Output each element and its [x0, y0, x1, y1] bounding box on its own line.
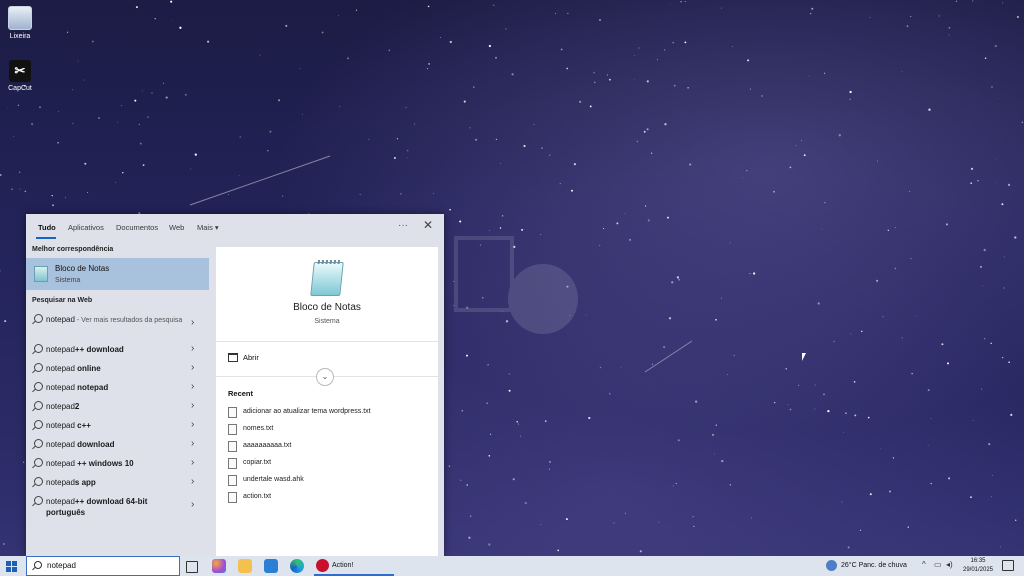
weather-widget[interactable]: 26°C Panc. de chuva: [826, 560, 926, 572]
file-icon: [228, 441, 237, 452]
detail-subtitle: Sistema: [314, 318, 340, 325]
recent-heading: Recent: [228, 389, 254, 398]
chevron-down-icon[interactable]: ⌄: [316, 368, 334, 386]
edge-browser-icon[interactable]: [290, 559, 304, 573]
best-match-heading: Melhor correspondência: [32, 246, 114, 253]
chevron-right-icon: ›: [191, 438, 195, 449]
file-explorer-icon[interactable]: [238, 559, 252, 573]
chevron-right-icon: ›: [191, 362, 195, 373]
divider: [216, 341, 438, 342]
recent-file-item[interactable]: action.txt: [228, 492, 428, 506]
search-panel: Tudo Aplicativos Documentos Web Mais ▾ ·…: [26, 214, 444, 556]
chevron-up-icon[interactable]: ^: [922, 560, 926, 569]
active-tab-indicator: [36, 237, 56, 239]
open-label: Abrir: [243, 353, 259, 362]
search-icon: [34, 382, 43, 391]
chevron-right-icon: ›: [191, 457, 195, 468]
chevron-right-icon: ›: [191, 317, 195, 328]
tab-all[interactable]: Tudo: [38, 223, 56, 232]
open-action[interactable]: Abrir: [228, 352, 348, 366]
chevron-right-icon: ›: [191, 419, 195, 430]
file-icon: [228, 407, 237, 418]
notepad-app-icon: [310, 262, 344, 296]
search-icon: [34, 439, 43, 448]
recent-file-item[interactable]: undertale wasd.ahk: [228, 475, 428, 489]
best-match-type: Sistema: [55, 277, 81, 284]
web-result-item[interactable]: notepad2 ›: [26, 397, 209, 415]
search-icon: [34, 363, 43, 372]
clock-date: 29/01/2025: [962, 567, 994, 573]
tab-documents[interactable]: Documentos: [116, 223, 158, 232]
desktop-icon-label: CapCut: [8, 85, 32, 92]
search-icon: [34, 477, 43, 486]
search-tabs: Tudo Aplicativos Documentos Web Mais ▾ ·…: [26, 214, 444, 240]
chevron-right-icon: ›: [191, 343, 195, 354]
open-window-icon: [228, 353, 238, 362]
notification-icon[interactable]: [1002, 560, 1014, 571]
web-result-item[interactable]: notepad notepad ›: [26, 378, 209, 396]
result-detail-pane: Bloco de Notas Sistema Abrir ⌄ Recent ad…: [216, 247, 438, 556]
taskbar-search-box[interactable]: [26, 556, 180, 576]
web-search-heading: Pesquisar na Web: [32, 297, 93, 304]
web-result-item[interactable]: notepads app ›: [26, 473, 209, 491]
tab-apps[interactable]: Aplicativos: [68, 223, 104, 232]
file-icon: [228, 475, 237, 486]
windows-start-icon[interactable]: [6, 561, 17, 572]
search-icon: [34, 420, 43, 429]
web-result-item[interactable]: notepad++ download 64-bit português ›: [26, 492, 209, 518]
system-clock[interactable]: 16:35 29/01/2025: [958, 557, 998, 575]
desktop-icon-label: Lixeira: [9, 33, 31, 40]
recycle-bin-icon: [8, 6, 32, 30]
recent-file-item[interactable]: aaaaaaaaaa.txt: [228, 441, 428, 455]
search-icon: [34, 314, 43, 323]
recent-file-item[interactable]: copiar.txt: [228, 458, 428, 472]
web-result-item[interactable]: notepad++ download ›: [26, 340, 209, 358]
tab-web[interactable]: Web: [169, 223, 184, 232]
task-view-icon[interactable]: [186, 561, 198, 573]
web-result-item[interactable]: notepad - Ver mais resultados da pesquis…: [26, 310, 209, 336]
desktop-icon-capcut[interactable]: ✂ CapCut: [0, 60, 40, 92]
search-icon: [34, 458, 43, 467]
best-match-name: Bloco de Notas: [55, 264, 110, 273]
watermark-logo: [448, 236, 598, 356]
close-icon[interactable]: ✕: [421, 218, 435, 232]
action-app-icon: [316, 559, 329, 572]
taskbar-app-action[interactable]: Action!: [314, 556, 394, 576]
desktop-icon-recycle-bin[interactable]: Lixeira: [0, 6, 40, 40]
clock-time: 16:35: [970, 558, 986, 564]
volume-icon[interactable]: ◂): [946, 560, 953, 569]
file-icon: [228, 492, 237, 503]
notepad-icon: [34, 266, 48, 282]
search-icon: [34, 401, 43, 410]
file-icon: [228, 458, 237, 469]
detail-title: Bloco de Notas: [293, 302, 361, 313]
tab-more[interactable]: Mais ▾: [197, 223, 219, 232]
copilot-icon[interactable]: [212, 559, 226, 573]
web-result-item[interactable]: notepad online ›: [26, 359, 209, 377]
search-icon: [34, 561, 42, 569]
chevron-right-icon: ›: [191, 381, 195, 392]
weather-icon: [826, 560, 837, 571]
network-icon[interactable]: ▭: [934, 560, 942, 569]
web-result-item[interactable]: notepad c++ ›: [26, 416, 209, 434]
capcut-icon: ✂: [9, 60, 31, 82]
results-list: Melhor correspondência Bloco de Notas Si…: [26, 240, 214, 556]
web-result-item[interactable]: notepad download ›: [26, 435, 209, 453]
mouse-cursor-icon: [802, 353, 806, 361]
more-options-icon[interactable]: ···: [398, 220, 408, 231]
taskbar: Action! 26°C Panc. de chuva ^ ▭ ◂) 16:35…: [0, 556, 1024, 576]
search-input[interactable]: [47, 559, 172, 572]
search-icon: [34, 496, 43, 505]
chevron-right-icon: ›: [191, 499, 195, 510]
search-icon: [34, 344, 43, 353]
chevron-right-icon: ›: [191, 400, 195, 411]
recent-file-item[interactable]: adicionar ao atualizar tema wordpress.tx…: [228, 407, 428, 421]
best-match-item[interactable]: Bloco de Notas Sistema: [26, 258, 209, 290]
chevron-right-icon: ›: [191, 476, 195, 487]
mail-icon[interactable]: [264, 559, 278, 573]
web-result-item[interactable]: notepad ++ windows 10 ›: [26, 454, 209, 472]
file-icon: [228, 424, 237, 435]
recent-file-item[interactable]: nomes.txt: [228, 424, 428, 438]
